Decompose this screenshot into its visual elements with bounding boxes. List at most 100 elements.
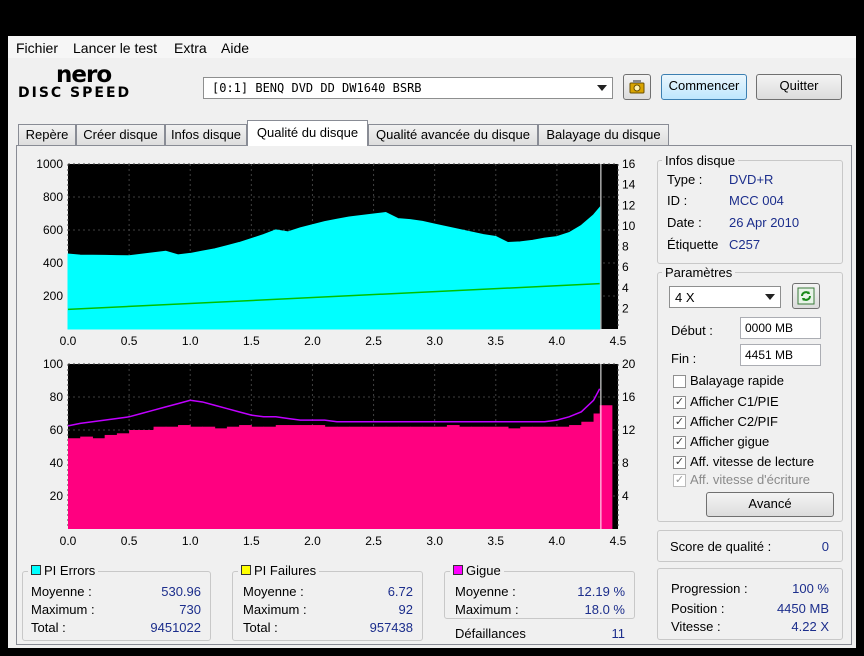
nero-discspeed-logo: nero DISC SPEED (18, 62, 158, 102)
pi-errors-swatch (31, 565, 41, 575)
disc-id-label: ID : (667, 193, 688, 208)
chart2-bar-42 (581, 421, 595, 529)
disc-label-value: C257 (729, 237, 761, 252)
start-button[interactable]: Commencer (661, 74, 747, 100)
chart2-bar-25 (373, 426, 387, 529)
pi-failures-avg-label: Moyenne : (243, 584, 304, 599)
chart2-y-tick-1: 80 (50, 390, 64, 404)
chart2-bar-8 (165, 426, 179, 529)
start-mb-input[interactable]: 0000 MB (740, 317, 821, 339)
jitter-avg-label: Moyenne : (455, 584, 516, 599)
menu-fichier[interactable]: Fichier (16, 40, 58, 56)
disc-type-value: DVD+R (729, 172, 774, 187)
tab-balayage-du-disque[interactable]: Balayage du disque (538, 124, 669, 145)
quit-button[interactable]: Quitter (756, 74, 842, 100)
chart2-bar-27 (398, 426, 411, 529)
chart2-x-tick-1: 0.5 (121, 534, 138, 548)
chart2-x-tick-6: 3.0 (426, 534, 443, 548)
tab-creer-disque[interactable]: Créer disque (76, 124, 165, 145)
option-checkbox-4[interactable]: ✓ (673, 456, 686, 469)
chart1-y2-tick-4: 8 (622, 240, 629, 254)
chart2-bar-2 (92, 438, 106, 529)
chevron-down-icon (597, 85, 607, 91)
speed-select[interactable]: 4 X (669, 286, 781, 308)
drive-select[interactable]: [0:1] BENQ DVD DD DW1640 BSRB (203, 77, 613, 99)
chart1-y2-tick-3: 10 (622, 219, 636, 233)
option-label-4: Aff. vitesse de lecture (690, 454, 815, 469)
chart2-bar-13 (226, 426, 240, 529)
chart2-bar-28 (410, 426, 423, 529)
progress-label: Progression : (671, 581, 748, 596)
chart1-x-tick-8: 4.0 (549, 334, 566, 348)
option-checkbox-3[interactable]: ✓ (673, 436, 686, 449)
chart1-x-tick-7: 3.5 (487, 334, 504, 348)
chart2-bar-36 (508, 428, 521, 529)
chart1-y2-tick-7: 2 (622, 301, 629, 315)
pi-errors-title-text: PI Errors (44, 563, 96, 578)
chart2-bar-22 (336, 426, 350, 529)
score-value: 0 (821, 539, 829, 554)
chart2-bar-1 (80, 436, 93, 529)
chart2-x-tick-9: 4.5 (610, 534, 627, 548)
position-value: 4450 MB (776, 601, 829, 616)
chart2-bar-29 (422, 426, 436, 529)
chart2-bar-9 (178, 425, 191, 529)
chart2-bar-15 (251, 426, 265, 529)
app-window: Fichier Lancer le test Extra Aide nero D… (8, 36, 856, 648)
chart2-bar-4 (116, 433, 130, 529)
chart2-bar-11 (202, 426, 216, 529)
chart2-bar-5 (129, 430, 142, 529)
drive-settings-button[interactable] (623, 74, 651, 100)
params-title: Paramètres (662, 265, 736, 280)
end-mb-input[interactable]: 4451 MB (740, 344, 821, 366)
pi-failures-avg-value: 6.72 (387, 584, 413, 599)
pi-errors-title: PI Errors (28, 563, 99, 578)
advanced-button[interactable]: Avancé (706, 492, 834, 517)
chart2-bar-20 (312, 425, 326, 529)
option-checkbox-0[interactable] (673, 375, 686, 388)
chart2-x-tick-0: 0.0 (60, 534, 77, 548)
option-checkbox-1[interactable]: ✓ (673, 396, 686, 409)
chart2-x-tick-3: 1.5 (243, 534, 260, 548)
chart2-bar-44 (599, 405, 613, 529)
chart2-bar-18 (288, 425, 301, 529)
tab-infos-disque[interactable]: Infos disque (165, 124, 247, 145)
chart2-bar-33 (471, 426, 485, 529)
menu-extra[interactable]: Extra (174, 40, 207, 56)
chart1-x-tick-4: 2.0 (304, 334, 321, 348)
chart2-bar-30 (434, 426, 448, 529)
jitter-title-text: Gigue (466, 563, 501, 578)
chart1-x-tick-3: 1.5 (243, 334, 260, 348)
tab-qualite-du-disque[interactable]: Qualité du disque (247, 120, 368, 146)
chart1-y-tick-0: 1000 (36, 157, 63, 171)
chart2-bar-35 (495, 426, 509, 529)
menu-aide[interactable]: Aide (221, 40, 249, 56)
option-label-3: Afficher gigue (690, 434, 770, 449)
pi-errors-avg-value: 530.96 (161, 584, 201, 599)
chart2-bar-37 (520, 426, 533, 529)
chart1-x-tick-6: 3.0 (426, 334, 443, 348)
speed-label: Vitesse : (671, 619, 721, 634)
start-mb-label: Début : (671, 323, 713, 338)
tab-qualite-avancee[interactable]: Qualité avancée du disque (368, 124, 538, 145)
chart2-bar-7 (153, 426, 167, 529)
pi-failures-total-value: 957438 (369, 620, 413, 635)
menu-lancer-le-test[interactable]: Lancer le test (73, 40, 157, 56)
chart2-bar-41 (569, 425, 582, 529)
chart1-y-tick-1: 800 (43, 190, 63, 204)
tab-repere[interactable]: Repère (18, 124, 76, 145)
option-checkbox-2[interactable]: ✓ (673, 416, 686, 429)
chevron-down-icon (765, 294, 775, 300)
disc-date-value: 26 Apr 2010 (729, 215, 800, 230)
chart2-bar-12 (214, 428, 228, 529)
disc-id-value: MCC 004 (729, 193, 784, 208)
chart2-bar-16 (263, 426, 277, 529)
refresh-speed-button[interactable] (792, 283, 820, 309)
jitter-max-label: Maximum : (455, 602, 519, 617)
pi-errors-max-label: Maximum : (31, 602, 95, 617)
chart2-bar-24 (361, 426, 375, 529)
option-label-0: Balayage rapide (690, 373, 784, 388)
chart2-bar-17 (275, 425, 289, 529)
chart2-x-tick-5: 2.5 (365, 534, 382, 548)
chart2-y2-tick-0: 20 (622, 357, 636, 371)
